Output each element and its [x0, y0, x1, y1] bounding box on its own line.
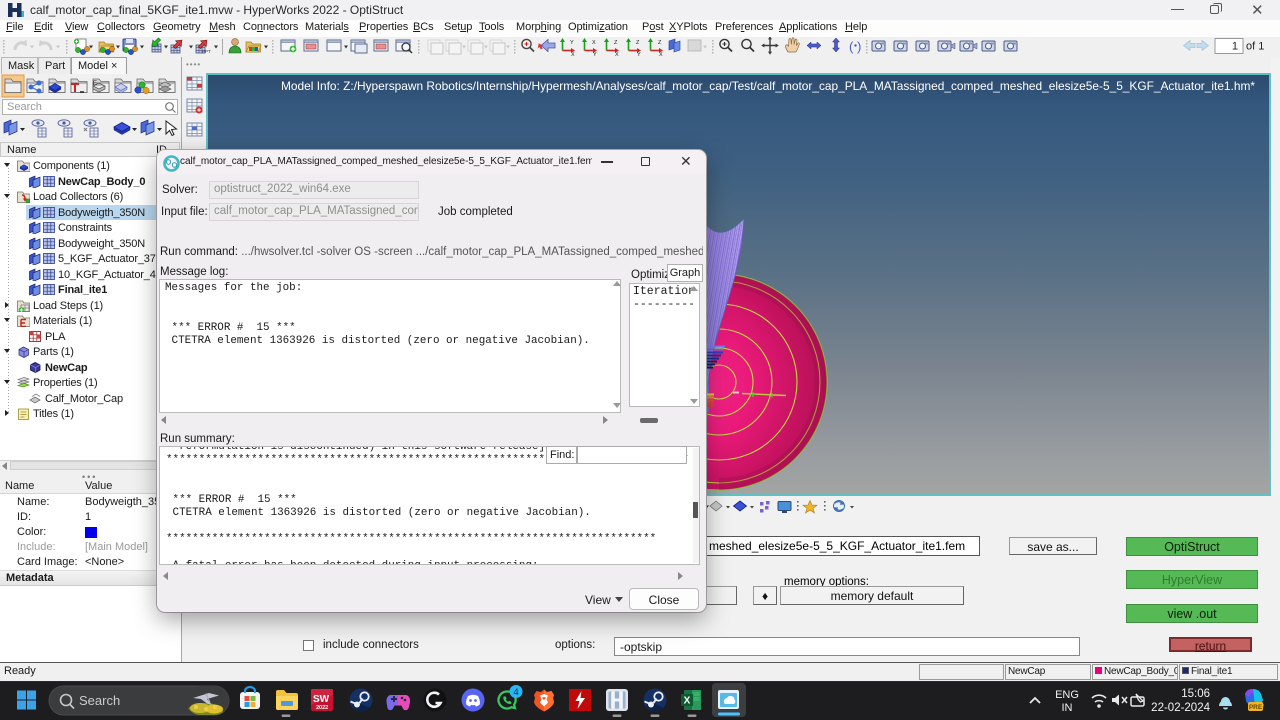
svg-text:ENG: ENG [1055, 689, 1079, 701]
svg-text:E: E [93, 81, 97, 87]
svg-text:Z: Z [636, 40, 640, 46]
svg-text:IN: IN [1062, 702, 1073, 714]
svg-text:Z: Z [658, 40, 662, 46]
svg-text:PPT: PPT [202, 49, 211, 54]
svg-text:Y: Y [570, 40, 574, 46]
svg-text:22-02-2024: 22-02-2024 [1151, 702, 1210, 714]
svg-text:X: X [684, 696, 691, 707]
svg-text:X: X [592, 40, 596, 46]
svg-text:15:06: 15:06 [1181, 688, 1210, 700]
svg-text:X: X [615, 52, 619, 57]
svg-text:of 1: of 1 [1246, 41, 1264, 53]
svg-text:1: 1 [1232, 41, 1238, 53]
svg-text:4: 4 [513, 687, 518, 698]
svg-text:X: X [659, 52, 663, 57]
svg-text:Search: Search [79, 693, 120, 708]
svg-text:PRE: PRE [1249, 704, 1263, 711]
svg-text:Y: Y [637, 52, 641, 57]
svg-text:X: X [571, 52, 575, 57]
svg-text:SW: SW [313, 694, 330, 705]
svg-text:Z: Z [614, 40, 618, 46]
svg-text:2022: 2022 [316, 705, 328, 711]
svg-text:Y: Y [593, 52, 597, 57]
